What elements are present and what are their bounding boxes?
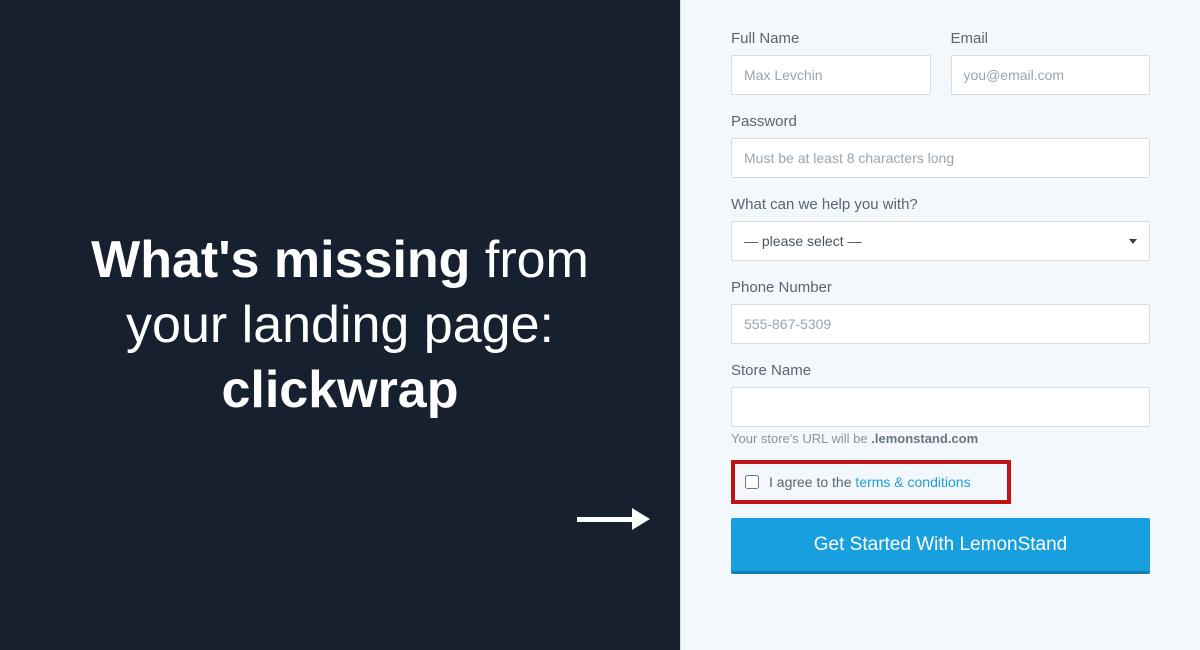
password-label: Password <box>731 113 1150 130</box>
phone-group: Phone Number <box>731 279 1150 344</box>
email-label: Email <box>951 30 1151 47</box>
url-hint-prefix: Your store's URL will be <box>731 431 871 446</box>
phone-label: Phone Number <box>731 279 1150 296</box>
help-select[interactable]: — please select — <box>731 221 1150 261</box>
agree-checkbox[interactable] <box>745 475 759 489</box>
agree-prefix: I agree to the <box>769 474 855 490</box>
agree-text: I agree to the terms & conditions <box>769 474 971 490</box>
headline-line3: clickwrap <box>91 358 589 423</box>
password-group: Password <box>731 113 1150 178</box>
page: What's missing from your landing page: c… <box>0 0 1200 650</box>
email-group: Email <box>951 30 1151 95</box>
fullname-group: Full Name <box>731 30 931 95</box>
headline-rest-1: from <box>470 231 588 289</box>
arrow-right-icon <box>577 508 650 530</box>
fullname-label: Full Name <box>731 30 931 47</box>
terms-link[interactable]: terms & conditions <box>855 474 970 490</box>
password-input[interactable] <box>731 138 1150 178</box>
agree-highlight-box: I agree to the terms & conditions <box>731 460 1011 504</box>
storename-input[interactable] <box>731 387 1150 427</box>
headline: What's missing from your landing page: c… <box>91 228 589 423</box>
help-group: What can we help you with? — please sele… <box>731 196 1150 261</box>
submit-button[interactable]: Get Started With LemonStand <box>731 518 1150 574</box>
email-input[interactable] <box>951 55 1151 95</box>
chevron-down-icon <box>1129 239 1137 244</box>
url-hint-domain: .lemonstand.com <box>871 431 978 446</box>
headline-bold-1: What's missing <box>91 231 470 289</box>
signup-form-panel: Full Name Email Password What can we hel… <box>680 0 1200 650</box>
help-label: What can we help you with? <box>731 196 1150 213</box>
storename-label: Store Name <box>731 362 1150 379</box>
phone-input[interactable] <box>731 304 1150 344</box>
headline-line2: your landing page: <box>91 293 589 358</box>
storename-group: Store Name <box>731 362 1150 427</box>
fullname-input[interactable] <box>731 55 931 95</box>
headline-line1: What's missing from <box>91 228 589 293</box>
hero-panel: What's missing from your landing page: c… <box>0 0 680 650</box>
url-hint: Your store's URL will be .lemonstand.com <box>731 431 1150 446</box>
help-selected-value: — please select — <box>744 233 862 249</box>
